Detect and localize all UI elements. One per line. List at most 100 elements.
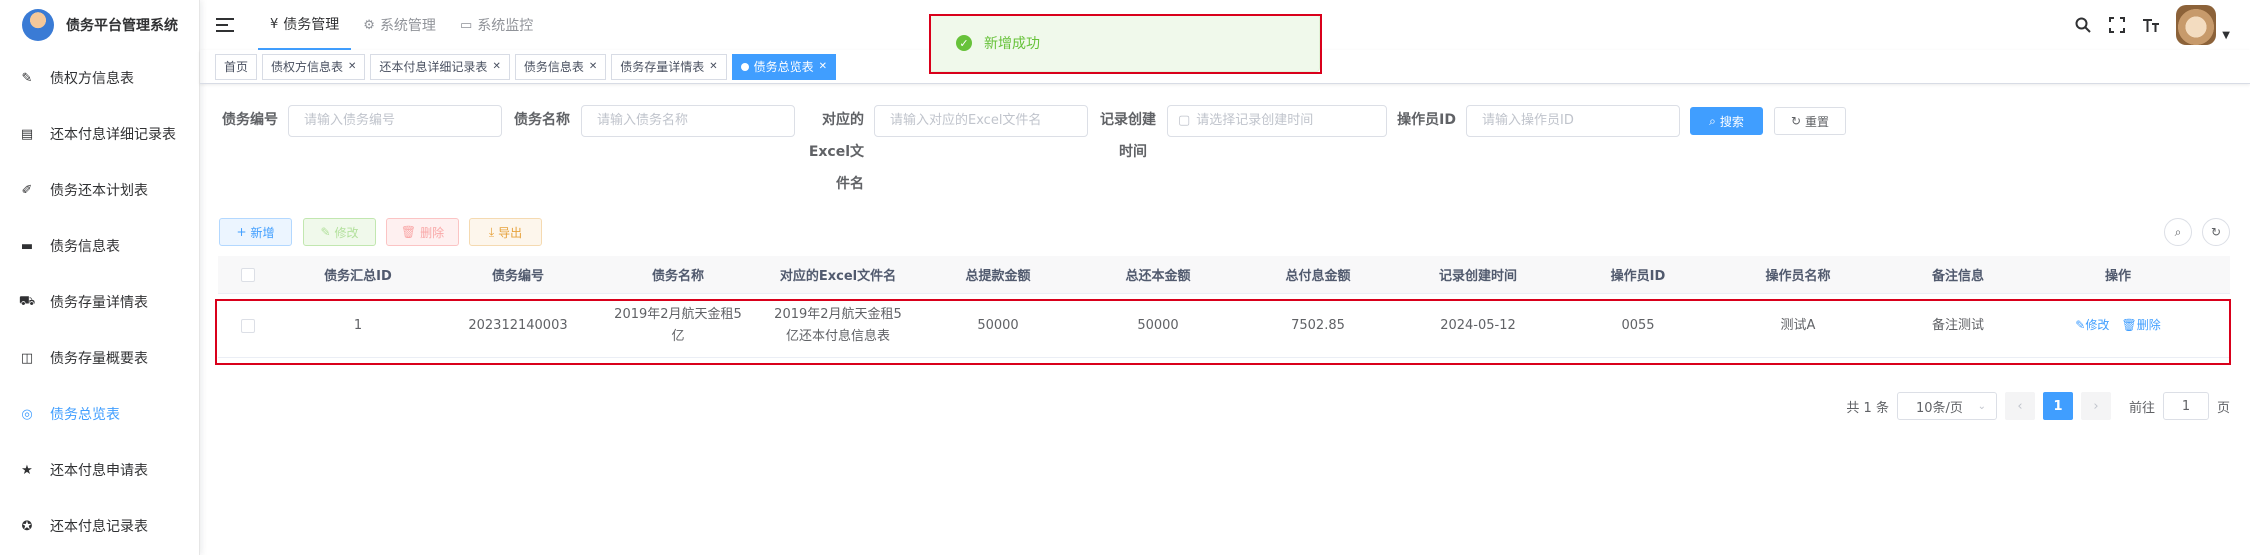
sidebar-item-creditor[interactable]: ✎ 债权方信息表 [0,50,199,106]
created-time-picker[interactable]: ▢ 请选择记录创建时间 [1167,105,1387,137]
plus-icon: + [236,225,247,239]
prev-page-button[interactable]: ‹ [2004,392,2035,420]
tag-overview[interactable]: 债务总览表 ✕ [731,53,837,80]
page-size-select[interactable]: 10条/页 ⌄ [1896,392,1997,420]
circle-gear-icon: ✪ [21,518,33,534]
sidebar-item-label: 还本付息详细记录表 [50,127,176,143]
refresh-icon: ↻ [1790,114,1802,128]
column-header[interactable]: 总付息金额 [1238,265,1398,284]
top-menu: ¥ 债务管理 ⚙ 系统管理 ▭ 系统监控 [258,0,545,50]
tag-creditor[interactable]: 债权方信息表 ✕ [262,53,366,80]
sidebar-item-stock-summary[interactable]: ◫ 债务存量概要表 [0,330,199,386]
field-label-debt-no: 债务编号 [222,112,278,128]
caret-down-icon[interactable]: ▼ [2222,30,2230,41]
app-title: 债务平台管理系统 [66,18,178,34]
row-highlight [215,299,2231,365]
edit-icon: ✎ [21,70,33,86]
hamburger-icon[interactable] [216,18,234,32]
excel-name-input[interactable]: 请输入对应的Excel文件名 [874,105,1088,137]
column-header[interactable]: 操作员ID [1558,265,1718,284]
field-label-operator-id: 操作员ID [1397,112,1456,128]
close-icon[interactable]: ✕ [819,61,827,72]
sidebar-item-repayment-record[interactable]: ✪ 还本付息记录表 [0,498,199,554]
logo[interactable]: 债务平台管理系统 [0,0,199,50]
edit-note-icon: ✐ [21,182,33,198]
sidebar-item-repayment-apply[interactable]: ★ 还本付息申请表 [0,442,199,498]
top-menu-label: 系统管理 [379,18,436,34]
font-size-icon[interactable] [2142,16,2160,34]
tag-repayment-detail[interactable]: 还本付息详细记录表 ✕ [370,53,510,80]
toast-highlight [929,14,1322,74]
radio-icon: ◎ [21,406,33,422]
cart-icon: ⛟ [18,293,36,309]
field-label-debt-name: 债务名称 [514,112,570,128]
tag-label: 债务信息表 [523,60,584,74]
sidebar-item-label: 还本付息记录表 [50,519,148,535]
column-header[interactable]: 对应的Excel文件名 [758,265,918,284]
column-header[interactable]: 总还本金额 [1078,265,1238,284]
top-menu-label: 债务管理 [283,17,340,33]
page-number-current[interactable]: 1 [2042,392,2073,420]
sidebar-item-debt-info[interactable]: ▬ 债务信息表 [0,218,199,274]
search-icon: ⌕ [1709,113,1716,128]
column-header[interactable]: 备注信息 [1878,265,2038,284]
edit-button[interactable]: ✎ 修改 [303,218,376,246]
sidebar-item-label: 债务存量详情表 [50,295,148,311]
sidebar-item-stock-detail[interactable]: ⛟ 债务存量详情表 [0,274,199,330]
close-icon[interactable]: ✕ [492,61,500,72]
tag-label: 还本付息详细记录表 [379,60,488,74]
table-header: 债务汇总ID 债务编号 债务名称 对应的Excel文件名 总提款金额 总还本金额… [218,256,2230,294]
close-icon[interactable]: ✕ [709,61,717,72]
reset-button[interactable]: ↻ 重置 [1774,107,1846,135]
tag-label: 首页 [224,60,249,74]
select-all-checkbox[interactable] [241,267,255,282]
chevron-down-icon: ⌄ [1977,400,1986,412]
star-icon: ★ [21,462,33,478]
sidebar: 债务平台管理系统 ✎ 债权方信息表 ▤ 还本付息详细记录表 ✐ 债务还本计划表 … [0,0,200,555]
sidebar-item-label: 债务总览表 [50,407,120,423]
add-button[interactable]: + 新增 [219,218,292,246]
sidebar-item-label: 债务还本计划表 [50,183,148,199]
tag-home[interactable]: 首页 [215,53,258,80]
yen-icon: ¥ [270,16,279,32]
close-icon[interactable]: ✕ [589,61,597,72]
sidebar-item-overview[interactable]: ◎ 债务总览表 [0,386,199,442]
avatar[interactable] [2176,5,2217,45]
column-header[interactable]: 操作员名称 [1718,265,1878,284]
export-button[interactable]: ⤓ 导出 [469,218,542,246]
refresh-button[interactable]: ↻ [2202,218,2230,246]
active-dot [740,62,749,71]
search-icon[interactable] [2074,16,2092,34]
close-icon[interactable]: ✕ [348,61,356,72]
delete-button[interactable]: 🗑 删除 [386,218,459,246]
column-header: 操作 [2104,269,2131,284]
search-button[interactable]: ⌕ 搜索 [1690,107,1763,135]
goto-page-input[interactable]: 1 [2162,392,2209,420]
debt-no-input[interactable]: 请输入债务编号 [288,105,502,137]
toggle-search-button[interactable]: ⌕ [2164,218,2192,246]
top-menu-system[interactable]: ⚙ 系统管理 [351,0,448,50]
column-header[interactable]: 债务名称 [598,265,758,284]
tag-debt-info[interactable]: 债务信息表 ✕ [514,53,607,80]
top-menu-debt[interactable]: ¥ 债务管理 [258,0,352,50]
sidebar-item-repayment-plan[interactable]: ✐ 债务还本计划表 [0,162,199,218]
field-label-excel: 对应的 Excel文 件名 [808,112,864,192]
column-header[interactable]: 债务汇总ID [278,265,438,284]
book-icon: ◫ [20,350,34,366]
search-icon: ⌕ [2174,224,2182,239]
tag-label: 债权方信息表 [271,60,344,74]
next-page-button[interactable]: › [2080,392,2111,420]
tag-stock-detail[interactable]: 债务存量详情表 ✕ [611,53,727,80]
top-menu-monitor[interactable]: ▭ 系统监控 [448,0,545,50]
operator-id-input[interactable]: 请输入操作员ID [1466,105,1680,137]
sidebar-item-repayment-detail[interactable]: ▤ 还本付息详细记录表 [0,106,199,162]
sidebar-item-label: 债权方信息表 [50,71,134,87]
column-header[interactable]: 总提款金额 [918,265,1078,284]
debt-name-input[interactable]: 请输入债务名称 [581,105,795,137]
right-menu: ▼ [2074,0,2230,50]
fullscreen-icon[interactable] [2108,16,2126,34]
edit-icon: ✎ [320,225,331,239]
column-header[interactable]: 记录创建时间 [1398,265,1558,284]
calendar-icon: ▢ [1178,113,1191,128]
column-header[interactable]: 债务编号 [438,265,598,284]
